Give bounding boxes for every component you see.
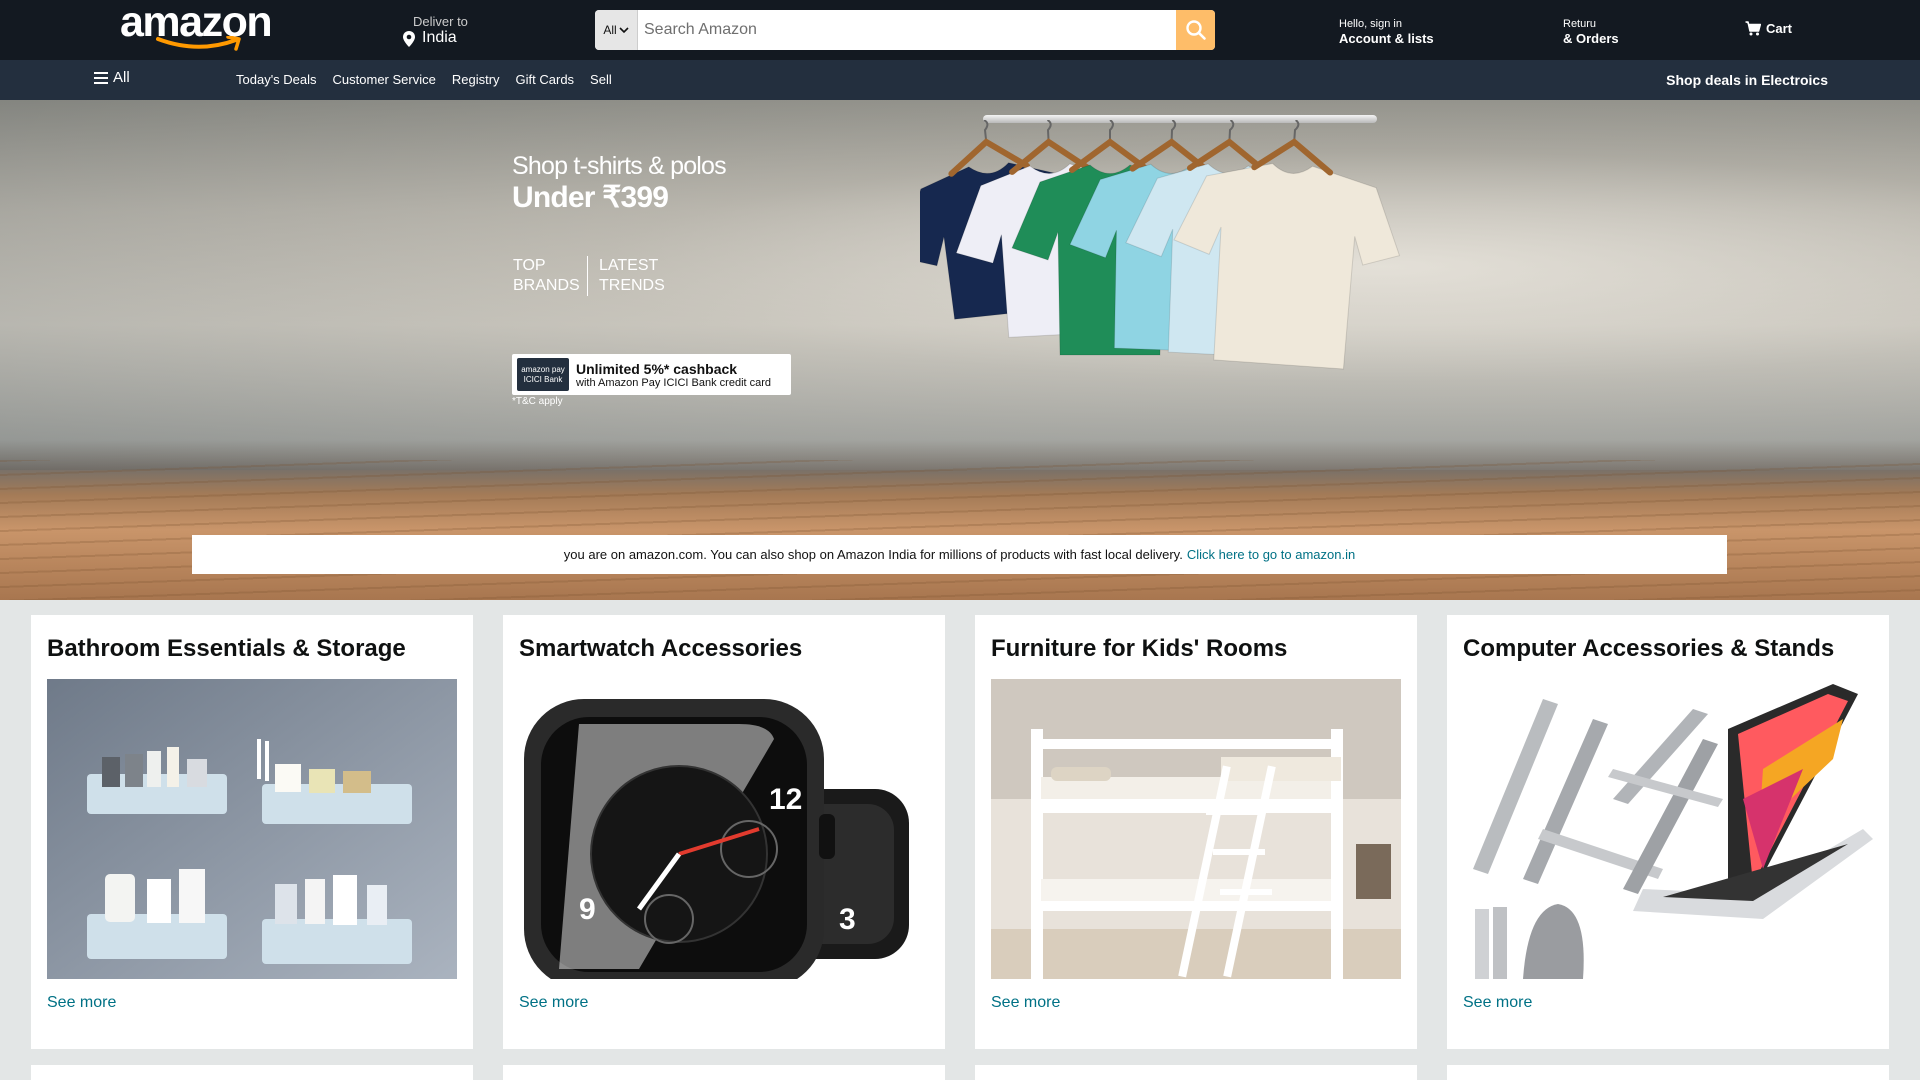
tshirts-illustration xyxy=(920,120,1401,370)
logo-smile-icon xyxy=(156,36,241,51)
nav-link-sell[interactable]: Sell xyxy=(590,72,612,87)
category-card-computer-accessories: Computer Accessories & Stands See more xyxy=(1447,615,1889,1049)
top-navbar: amazon Deliver to India All Hello, sign … xyxy=(0,0,1920,60)
hero-tags: TOP BRANDS LATEST TRENDS xyxy=(513,256,739,296)
returns-orders-button[interactable]: Returu & Orders xyxy=(1563,17,1653,47)
logo-line: ICICI Bank xyxy=(523,374,563,384)
search-bar: All xyxy=(595,10,1215,50)
see-more-link[interactable]: See more xyxy=(1463,994,1532,1012)
orders-line2: & Orders xyxy=(1563,31,1619,46)
smartwatch-case-image[interactable]: 12 9 3 xyxy=(519,679,929,979)
bathroom-shelves-image[interactable] xyxy=(47,679,457,979)
svg-text:12: 12 xyxy=(769,783,802,816)
location-pin-icon xyxy=(403,31,415,47)
category-card-bathroom: Bathroom Essentials & Storage See more xyxy=(31,615,473,1049)
see-more-link[interactable]: See more xyxy=(47,994,116,1012)
account-lists-button[interactable]: Hello, sign in Account & lists xyxy=(1339,17,1489,47)
amazon-pay-icici-logo: amazon pay ICICI Bank xyxy=(517,358,569,391)
svg-text:9: 9 xyxy=(579,893,596,926)
cashback-main: Unlimited 5%* cashback xyxy=(576,360,738,377)
category-card-row2 xyxy=(31,1065,473,1080)
search-category-select[interactable]: All xyxy=(595,10,638,50)
search-category-label: All xyxy=(603,23,617,37)
category-card-row2 xyxy=(975,1065,1417,1080)
hero-floor xyxy=(0,460,1920,600)
cashback-sub: with Amazon Pay ICICI Bank credit card xyxy=(576,376,772,389)
search-button[interactable] xyxy=(1176,10,1215,50)
hero-tag-line: LATEST xyxy=(599,257,659,274)
search-input[interactable] xyxy=(638,10,1176,50)
category-card-row2 xyxy=(503,1065,945,1080)
cashback-offer-badge[interactable]: amazon pay ICICI Bank Unlimited 5%* cash… xyxy=(512,354,791,395)
nav-links: Today's Deals Customer Service Registry … xyxy=(236,72,612,87)
logo-line: amazon pay xyxy=(521,364,565,374)
card-title: Smartwatch Accessories xyxy=(519,635,803,662)
all-menu-label: All xyxy=(113,69,130,86)
nav-link-registry[interactable]: Registry xyxy=(452,72,500,87)
cart-icon xyxy=(1745,21,1761,36)
orders-line1: Returu xyxy=(1563,18,1597,30)
hero-banner[interactable]: Shop t-shirts & polos Under ₹399 TOP BRA… xyxy=(0,100,1920,600)
hero-tag-line: BRANDS xyxy=(513,277,580,294)
laptop-stand-image[interactable] xyxy=(1463,679,1873,979)
go-to-amazon-in-link[interactable]: Click here to go to amazon.in xyxy=(1187,547,1355,562)
category-card-kids-furniture: Furniture for Kids' Rooms See more xyxy=(975,615,1417,1049)
svg-text:3: 3 xyxy=(839,903,856,936)
amazon-logo[interactable]: amazon xyxy=(120,1,278,54)
search-icon xyxy=(1185,20,1206,40)
chevron-down-icon xyxy=(619,27,629,34)
nav-link-todays-deals[interactable]: Today's Deals xyxy=(236,72,317,87)
all-menu-button[interactable]: All xyxy=(94,69,130,86)
region-notice-text: you are on amazon.com. You can also shop… xyxy=(563,547,1183,562)
see-more-link[interactable]: See more xyxy=(519,994,588,1012)
nav-link-customer-service[interactable]: Customer Service xyxy=(333,72,436,87)
hero-price: Under ₹399 xyxy=(512,181,669,214)
account-greeting: Hello, sign in xyxy=(1339,18,1402,30)
cashback-text: Unlimited 5%* cashback with Amazon Pay I… xyxy=(576,361,771,389)
hero-title: Shop t-shirts & polos xyxy=(512,152,727,180)
hamburger-menu-icon xyxy=(94,71,108,84)
account-label: Account & lists xyxy=(1339,31,1434,46)
category-card-row2 xyxy=(1447,1065,1889,1080)
hero-tag-line: TOP xyxy=(513,257,546,274)
nav-link-gift-cards[interactable]: Gift Cards xyxy=(516,72,575,87)
hero-tag-line: TRENDS xyxy=(599,277,665,294)
bunk-bed-graphic xyxy=(991,679,1401,979)
smartwatch-graphic: 12 9 3 xyxy=(519,679,929,979)
category-card-smartwatch: Smartwatch Accessories 12 9 3 See more xyxy=(503,615,945,1049)
hero-tag-top-brands: TOP BRANDS xyxy=(513,256,588,296)
kids-bunk-bed-image[interactable] xyxy=(991,679,1401,979)
card-title: Bathroom Essentials & Storage xyxy=(47,635,406,662)
deliver-country: India xyxy=(422,29,457,46)
bathroom-shelves-graphic xyxy=(47,679,457,979)
secondary-navbar: All Today's Deals Customer Service Regis… xyxy=(0,60,1920,100)
deliver-to[interactable]: Deliver to India xyxy=(400,13,510,49)
deliver-label: Deliver to xyxy=(413,14,468,29)
terms-note: *T&C apply xyxy=(512,396,563,407)
region-notice: you are on amazon.com. You can also shop… xyxy=(192,535,1727,574)
cart-button[interactable]: Cart xyxy=(1745,21,1792,36)
cart-label: Cart xyxy=(1766,21,1793,36)
hero-tag-latest-trends: LATEST TRENDS xyxy=(599,256,739,296)
card-title: Furniture for Kids' Rooms xyxy=(991,635,1288,662)
nav-promo-link[interactable]: Shop deals in Electroics xyxy=(1666,72,1828,88)
card-title: Computer Accessories & Stands xyxy=(1463,635,1835,662)
see-more-link[interactable]: See more xyxy=(991,994,1060,1012)
laptop-stand-graphic xyxy=(1463,679,1873,979)
